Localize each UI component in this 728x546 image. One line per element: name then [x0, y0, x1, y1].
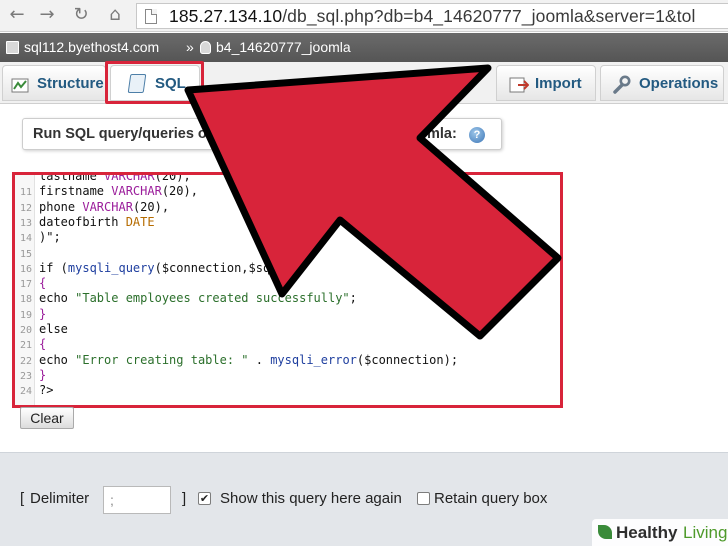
line-number: 17 [19, 279, 32, 291]
code-line: 11 firstname VARCHAR(20), [15, 184, 560, 199]
page-icon [145, 9, 157, 24]
code-line: lastname VARCHAR(20), [15, 172, 560, 184]
code-text: { [39, 337, 47, 352]
code-line: 19} [15, 307, 560, 322]
code-line: 15 [15, 246, 560, 261]
line-number: 12 [19, 202, 32, 214]
line-number: 20 [19, 325, 32, 336]
clear-button[interactable]: Clear [20, 407, 74, 429]
tab-import[interactable]: Import [496, 65, 596, 101]
code-text: } [39, 367, 47, 382]
retain-query-label[interactable]: Retain query box [434, 490, 547, 507]
code-line: 18 echo "Table employees created successf… [15, 291, 560, 306]
tab-structure-label: Structure [37, 75, 104, 92]
code-text: ?> [39, 383, 54, 398]
back-arrow-icon[interactable]: ← [6, 4, 28, 26]
code-line: 21 { [15, 337, 560, 352]
show-query-checkbox[interactable]: ✔ [198, 492, 211, 505]
address-bar[interactable]: 185.27.134.10/db_sql.php?db=b4_14620777_… [136, 3, 728, 29]
code-text: { [39, 276, 47, 291]
line-number: 18 [19, 294, 32, 306]
show-query-label[interactable]: Show this query here again [220, 490, 402, 507]
reload-icon[interactable]: ↻ [70, 4, 92, 26]
code-line: 16 if (mysqli_query($connection,$sql)) [15, 261, 560, 276]
leaf-icon [598, 525, 612, 539]
line-number: 15 [19, 248, 32, 260]
code-line: 13 dateofbirth DATE [15, 215, 560, 230]
browser-toolbar: ← → ↻ ⌂ 185.27.134.10/db_sql.php?db=b4_1… [0, 0, 728, 32]
code-line: 14 )"; [15, 230, 560, 245]
legend-database-suffix: mla: [427, 126, 457, 142]
code-text: phone VARCHAR(20), [39, 199, 170, 214]
home-icon[interactable]: ⌂ [104, 4, 126, 26]
watermark-healthy: Healthy [616, 523, 678, 542]
line-number: 16 [19, 263, 32, 275]
code-line: 24 ?> [15, 383, 560, 398]
sql-tab-highlight [105, 61, 204, 104]
breadcrumb-database[interactable]: b4_14620777_joomla [216, 39, 351, 55]
code-text: } [39, 306, 47, 321]
delimiter-label: Delimiter [30, 490, 90, 507]
code-text: else [39, 322, 68, 336]
line-number: 24 [19, 386, 32, 398]
delimiter-input[interactable]: ; [103, 486, 171, 514]
code-line: 17 { [15, 276, 560, 291]
healthy-living-watermark: Healthy Living [592, 519, 728, 546]
sql-query-editor[interactable]: lastname VARCHAR(20), 11 firstname VARCHAR… [12, 172, 563, 408]
code-line: 22 echo "Error creating table: " . mysqli… [15, 353, 560, 368]
line-number: 11 [19, 187, 32, 199]
legend-run-sql: Run SQL query/queries on [33, 126, 216, 142]
code-text: )"; [39, 230, 61, 245]
wrench-icon [613, 75, 631, 94]
retain-query-checkbox[interactable] [417, 492, 430, 505]
code-line: 23} [15, 368, 560, 383]
code-text: lastname VARCHAR(20), [39, 172, 191, 183]
delimiter-open-bracket: [ [20, 490, 25, 507]
url-host: 185.27.134.10 [169, 6, 283, 26]
code-line: 12 phone VARCHAR(20), [15, 200, 560, 215]
code-text: dateofbirth DATE [39, 214, 155, 229]
line-number: 14 [19, 233, 32, 245]
import-icon [509, 77, 529, 93]
code-line: 20 else [15, 322, 560, 337]
structure-icon [11, 78, 29, 93]
url-path: /db_sql.php?db=b4_14620777_joomla&server… [282, 6, 696, 26]
line-number: 19 [19, 309, 32, 321]
breadcrumb: sql112.byethost4.com » b4_14620777_jooml… [0, 33, 728, 62]
code-text: firstname VARCHAR(20), [39, 184, 198, 199]
url-text: 185.27.134.10/db_sql.php?db=b4_14620777_… [169, 6, 695, 27]
line-number: 13 [19, 217, 32, 229]
tab-operations[interactable]: Operations [600, 65, 724, 101]
forward-arrow-icon[interactable]: → [36, 4, 58, 26]
tab-operations-label: Operations [639, 75, 719, 92]
breadcrumb-separator: » [186, 39, 194, 55]
query-legend: Run SQL query/queries on mla: ? [22, 118, 502, 150]
tab-import-label: Import [535, 75, 582, 92]
database-icon [200, 41, 211, 54]
line-number: 21 [19, 340, 32, 352]
code-text: echo "Error creating table: " . mysqli_e… [39, 352, 459, 367]
delimiter-close-bracket: ] [182, 490, 187, 507]
watermark-living: Living [683, 523, 728, 542]
code-text: echo "Table employees created successful… [39, 291, 357, 306]
code-text: if (mysqli_query($connection,$sql)) [39, 260, 292, 275]
line-number: 23 [19, 370, 32, 382]
line-number: 22 [19, 355, 32, 367]
tab-structure[interactable]: Structure [2, 65, 106, 101]
help-icon[interactable]: ? [469, 127, 485, 143]
breadcrumb-server[interactable]: sql112.byethost4.com [24, 39, 159, 55]
server-icon [6, 41, 19, 54]
